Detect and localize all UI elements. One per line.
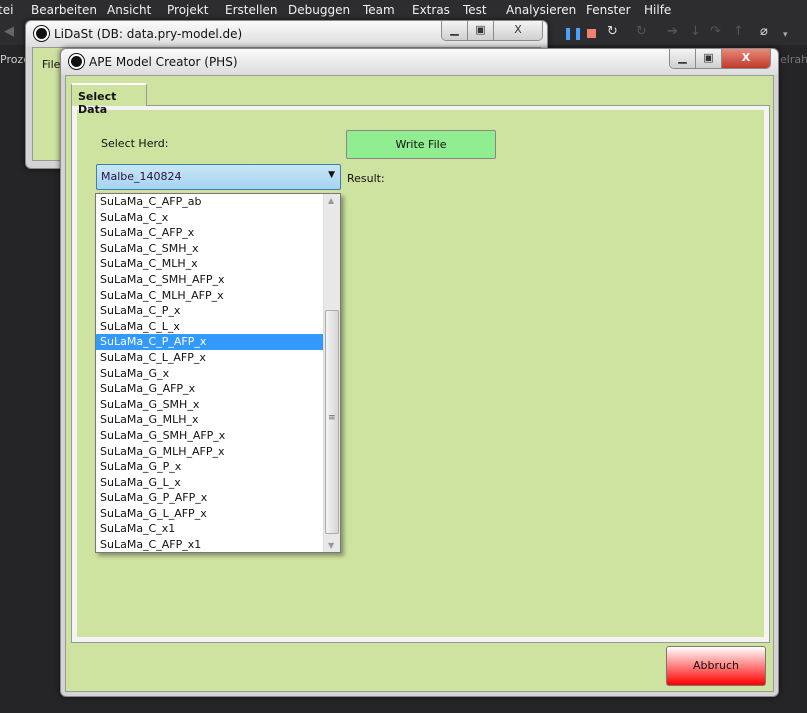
- dropdown-item[interactable]: SuLaMa_C_x1: [96, 521, 323, 537]
- menu-item[interactable]: Debuggen: [288, 3, 350, 17]
- dropdown-item[interactable]: SuLaMa_C_SMH_x: [96, 241, 323, 257]
- menu-item[interactable]: Erstellen: [225, 3, 278, 17]
- menu-item[interactable]: Analysieren: [506, 3, 576, 17]
- dropdown-item[interactable]: SuLaMa_C_SMH_AFP_x: [96, 272, 323, 288]
- dropdown-item[interactable]: SuLaMa_G_L_AFP_x: [96, 506, 323, 522]
- scroll-down-icon[interactable]: ▼: [328, 541, 334, 550]
- menu-item[interactable]: Bearbeiten: [31, 3, 97, 17]
- write-file-button[interactable]: Write File: [346, 130, 496, 159]
- close-button[interactable]: X: [722, 49, 770, 68]
- stop-icon[interactable]: [587, 29, 596, 38]
- show-next-statement-icon[interactable]: ↻: [636, 24, 647, 39]
- breakpoints-icon[interactable]: ⌀: [760, 24, 768, 39]
- dropdown-item[interactable]: SuLaMa_C_P_x: [96, 303, 323, 319]
- dropdown-item[interactable]: SuLaMa_G_P_x: [96, 459, 323, 475]
- grip-icon: ≡: [328, 413, 336, 423]
- dropdown-item[interactable]: SuLaMa_C_AFP_x1: [96, 537, 323, 553]
- dropdown-item[interactable]: SuLaMa_C_x: [96, 210, 323, 226]
- step-into-icon[interactable]: ↓: [690, 24, 701, 39]
- dropdown-item[interactable]: SuLaMa_C_P_AFP_x: [96, 334, 323, 350]
- step-out-icon[interactable]: ↑: [733, 24, 744, 39]
- dropdown-item[interactable]: SuLaMa_G_P_AFP_x: [96, 490, 323, 506]
- herd-combo-value: Malbe_140824: [101, 170, 182, 183]
- dropdown-item[interactable]: SuLaMa_G_SMH_x: [96, 397, 323, 413]
- dropdown-item[interactable]: SuLaMa_G_x: [96, 366, 323, 382]
- scrollbar-thumb[interactable]: ≡: [325, 310, 339, 534]
- tab-select-data[interactable]: Select Data: [71, 83, 147, 116]
- dropdown-item[interactable]: SuLaMa_G_MLH_AFP_x: [96, 444, 323, 460]
- cancel-button[interactable]: Abbruch: [666, 646, 766, 686]
- scroll-up-icon[interactable]: ▲: [328, 196, 334, 205]
- dropdown-item[interactable]: SuLaMa_G_L_x: [96, 475, 323, 491]
- chevron-down-icon: ▼: [328, 170, 335, 180]
- step-over-icon[interactable]: ↷: [710, 24, 721, 39]
- menu-item[interactable]: Team: [363, 3, 395, 17]
- select-herd-label: Select Herd:: [101, 137, 169, 150]
- dropdown-item[interactable]: SuLaMa_G_SMH_AFP_x: [96, 428, 323, 444]
- restart-icon[interactable]: ↻: [607, 24, 618, 39]
- dropdown-item[interactable]: SuLaMa_C_L_AFP_x: [96, 350, 323, 366]
- herd-dropdown-list[interactable]: SuLaMa_C_AFP_ab SuLaMa_C_x SuLaMa_C_AFP_x S…: [95, 193, 341, 553]
- file-menu[interactable]: File: [42, 58, 60, 71]
- menu-item[interactable]: Projekt: [167, 3, 208, 17]
- menu-item[interactable]: tei: [0, 3, 13, 17]
- lidast-title-bar: LiDaSt (DB: data.pry-model.de) ▁ ▣ X: [26, 21, 547, 47]
- dropdown-item[interactable]: SuLaMa_C_MLH_AFP_x: [96, 288, 323, 304]
- dropdown-item[interactable]: SuLaMa_G_MLH_x: [96, 412, 323, 428]
- back-icon[interactable]: ◀: [4, 24, 14, 39]
- app-logo-icon: [34, 26, 49, 41]
- dropdown-item[interactable]: SuLaMa_C_L_x: [96, 319, 323, 335]
- pause-icon[interactable]: ❚❚: [563, 26, 583, 40]
- maximize-button[interactable]: ▣: [468, 21, 494, 40]
- menu-item[interactable]: Hilfe: [644, 3, 671, 17]
- minimize-button[interactable]: ▁: [670, 49, 696, 68]
- menu-item[interactable]: Ansicht: [107, 3, 151, 17]
- minimize-button[interactable]: ▁: [442, 21, 468, 40]
- dropdown-item[interactable]: SuLaMa_C_AFP_x: [96, 225, 323, 241]
- scrollbar[interactable]: ▲ ≡ ▼: [323, 194, 340, 552]
- result-label: Result:: [347, 172, 385, 185]
- dropdown-item[interactable]: SuLaMa_C_MLH_x: [96, 256, 323, 272]
- menu-item[interactable]: Fenster: [586, 3, 631, 17]
- ape-window-title: APE Model Creator (PHS): [89, 55, 238, 69]
- maximize-button[interactable]: ▣: [696, 49, 722, 68]
- close-button[interactable]: X: [494, 21, 542, 40]
- app-logo-icon: [69, 54, 84, 69]
- dropdown-item[interactable]: SuLaMa_C_AFP_ab: [96, 194, 323, 210]
- dropdown-item[interactable]: SuLaMa_G_AFP_x: [96, 381, 323, 397]
- menu-item[interactable]: Extras: [412, 3, 450, 17]
- step-arrow-icon[interactable]: ➔: [667, 24, 678, 39]
- menu-item[interactable]: Test: [463, 3, 487, 17]
- ide-menu-bar: tei Bearbeiten Ansicht Projekt Erstellen…: [0, 0, 807, 21]
- ape-title-bar: APE Model Creator (PHS) ▁ ▣ X: [61, 49, 778, 75]
- lidast-window-title: LiDaSt (DB: data.pry-model.de): [54, 27, 243, 41]
- toolbar-overflow-icon[interactable]: ▾: [783, 30, 788, 40]
- herd-combo[interactable]: Malbe_140824 ▼: [96, 164, 341, 190]
- background-text-right: elrahn: [780, 53, 807, 66]
